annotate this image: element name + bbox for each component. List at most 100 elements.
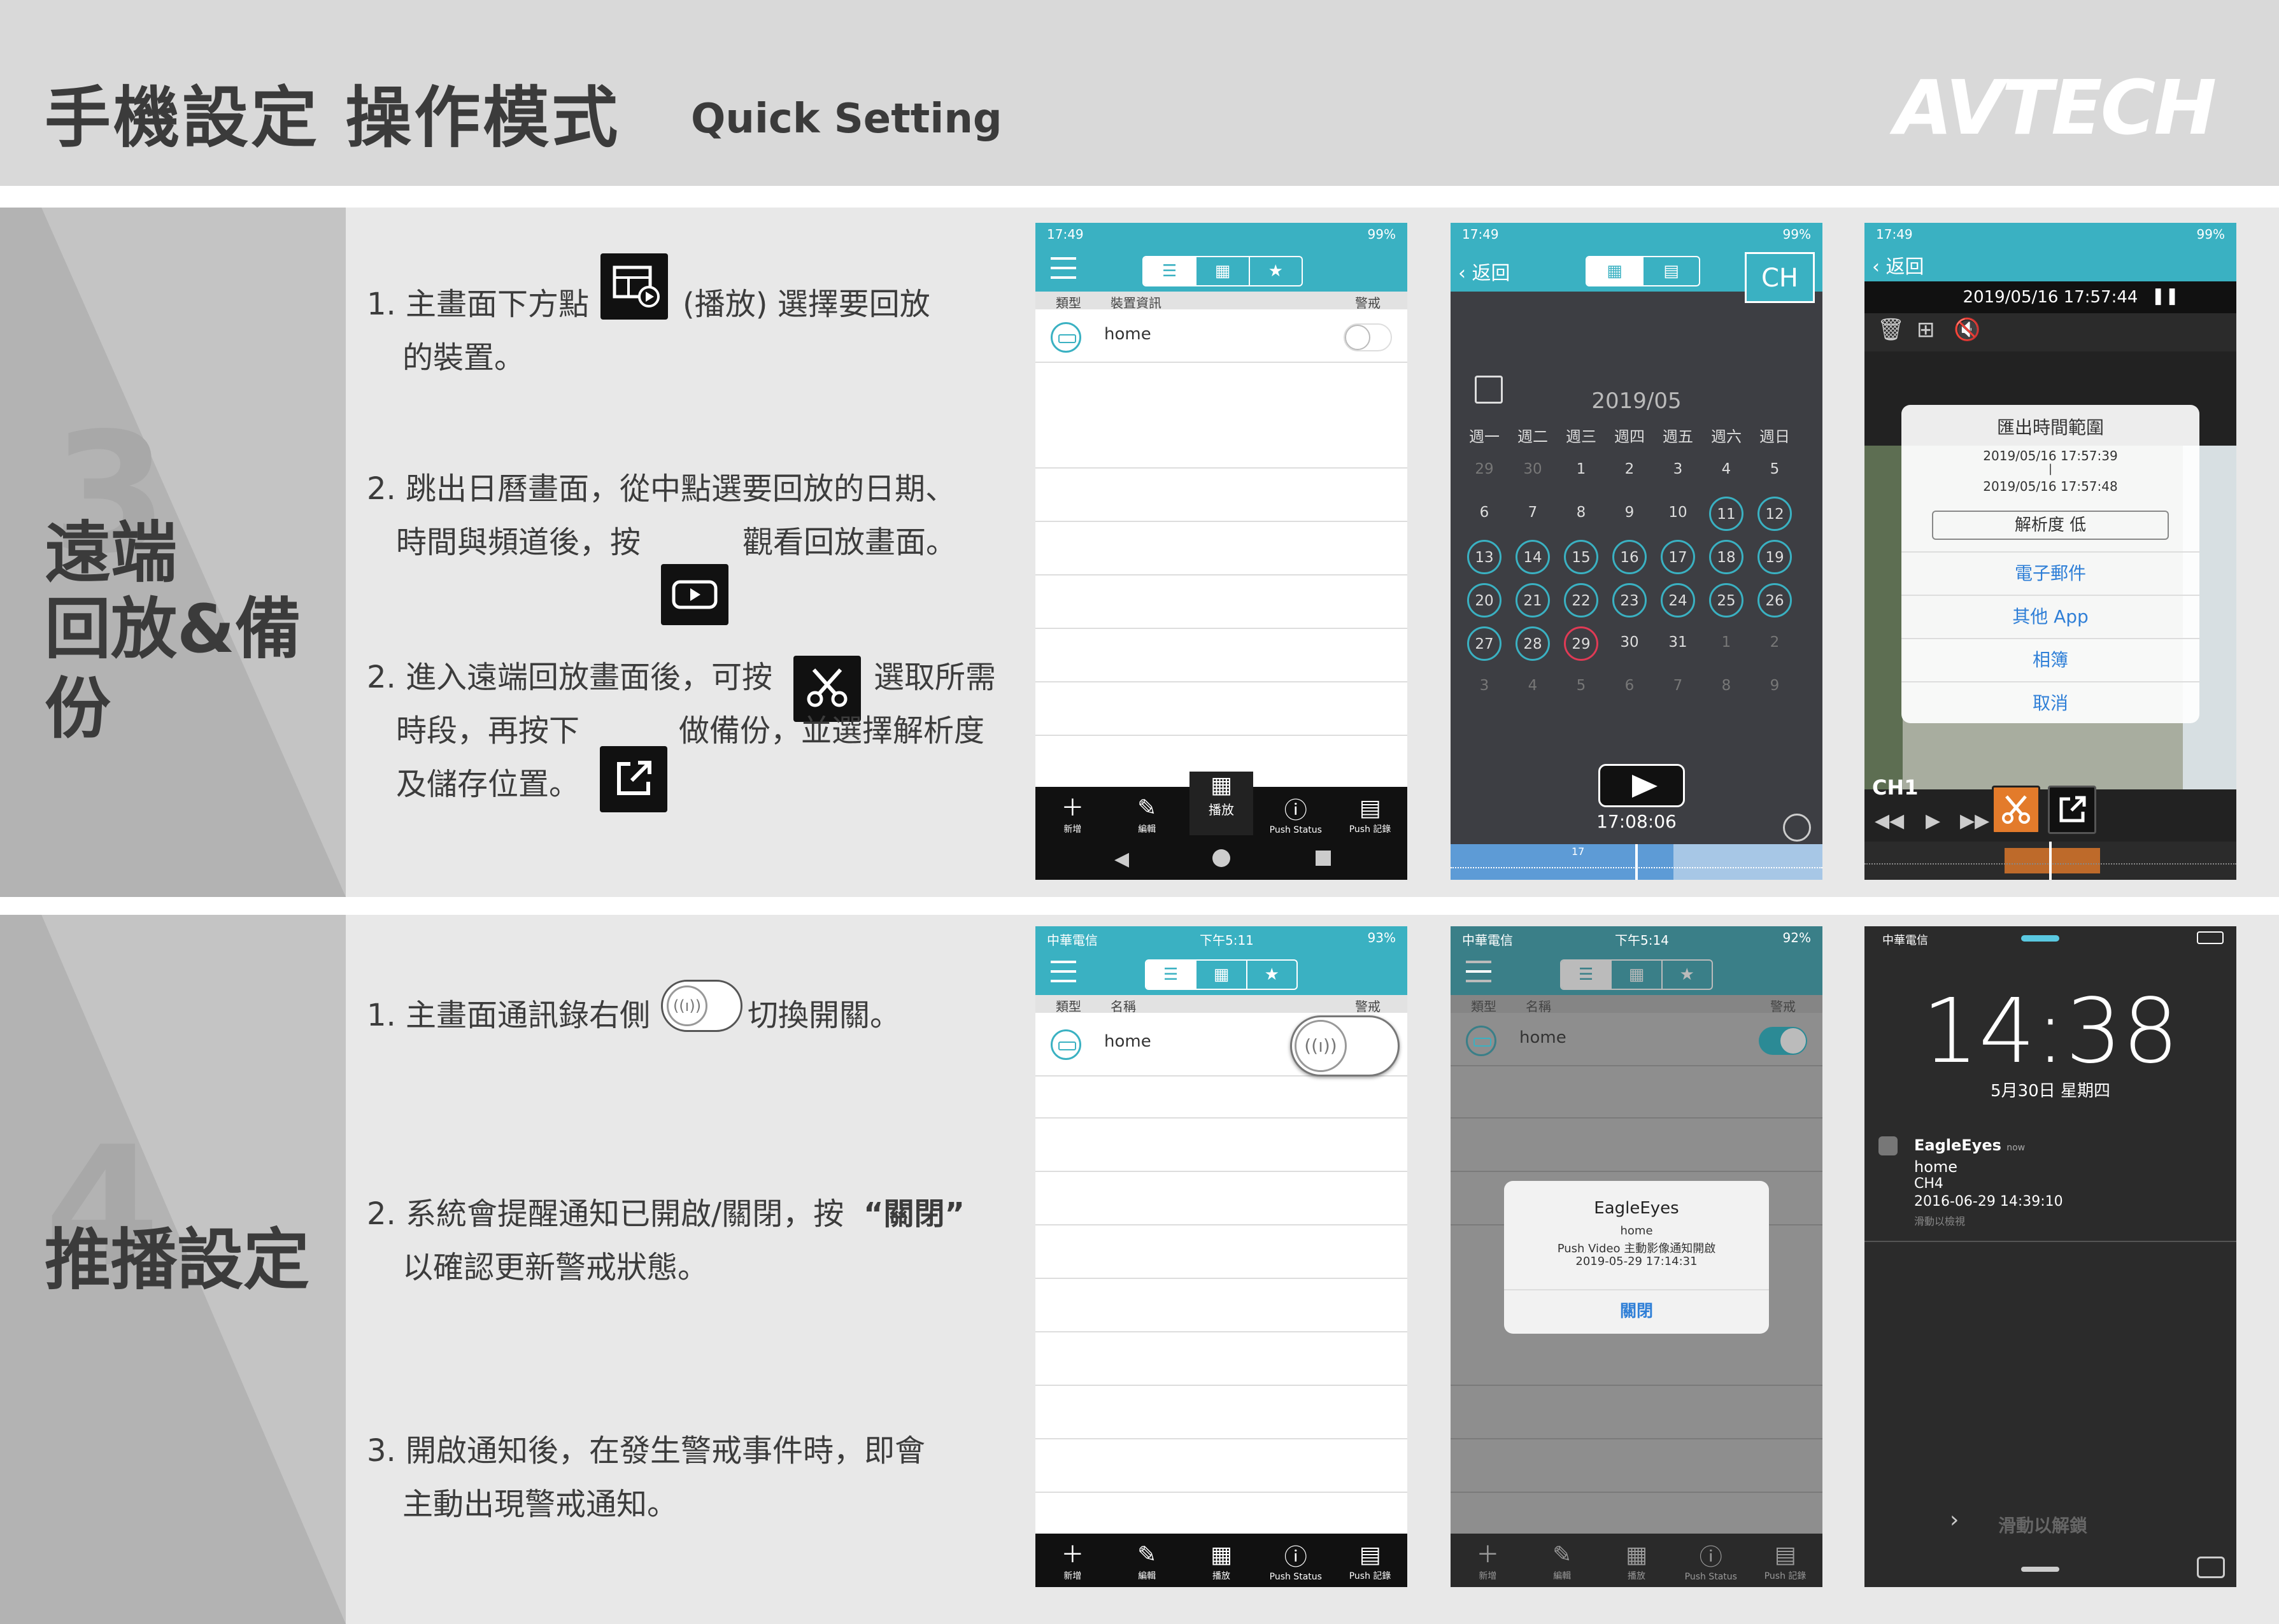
calendar-day[interactable]: 12 [1757,497,1792,531]
calendar-day[interactable]: 29 [1564,626,1598,661]
calendar-day[interactable]: 20 [1467,583,1502,618]
calendar-day[interactable]: 2 [1612,453,1647,488]
option-other-app[interactable]: 其他 App [1901,595,2199,638]
calendar-day[interactable]: 17 [1661,540,1695,574]
view-switch[interactable]: ☰ ▦ ★ [1145,959,1298,990]
view-switch[interactable]: ▦ ▤ [1586,256,1700,286]
rewind-icon[interactable]: ◀◀ [1875,810,1904,832]
alert-close-button[interactable]: 關閉 [1504,1289,1769,1332]
calendar-day[interactable]: 3 [1467,670,1502,704]
calendar-day[interactable]: 15 [1564,540,1598,574]
calendar-day[interactable]: 3 [1661,453,1695,488]
view-switch[interactable]: ☰ ▦ ★ [1560,959,1713,990]
grid-view-icon[interactable]: ▦ [1196,257,1250,285]
tab-playback[interactable]: ▦ 播放 [1189,1541,1253,1582]
grid-view-icon[interactable]: ▦ [1612,961,1663,989]
calendar-day[interactable]: 30 [1612,626,1647,661]
tab-add[interactable]: ＋新增 [1456,1541,1519,1582]
calendar-day[interactable]: 27 [1467,626,1502,661]
calendar-day[interactable]: 1 [1709,626,1743,661]
clip-range[interactable] [2005,848,2100,873]
mute-icon[interactable]: 🔇 [1954,317,1980,342]
channel-button[interactable]: CH [1745,252,1815,303]
calendar-day[interactable]: 1 [1564,453,1598,488]
tab-add[interactable]: ＋新增 [1040,1541,1104,1582]
option-email[interactable]: 電子郵件 [1901,551,2199,595]
pause-icon[interactable]: ❚❚ [2151,286,2179,306]
calendar-day[interactable]: 16 [1612,540,1647,574]
trash-icon[interactable]: 🗑 [1877,317,1905,342]
calendar-day[interactable]: 4 [1709,453,1743,488]
list-view-icon[interactable]: ▤ [1644,257,1699,285]
favorite-view-icon[interactable]: ★ [1250,257,1302,285]
tab-edit[interactable]: ✎ 編輯 [1115,794,1179,835]
timer-icon[interactable] [1783,814,1811,842]
calendar-day[interactable]: 21 [1516,583,1550,618]
play-icon[interactable]: ▶ [1926,810,1940,832]
timeline-cursor[interactable] [1635,844,1638,880]
device-row[interactable]: home ((ı)) [1035,1013,1407,1077]
favorite-view-icon[interactable]: ★ [1663,961,1712,989]
back-nav-icon[interactable]: ◀ [1114,848,1129,870]
calendar-day[interactable]: 10 [1661,497,1695,531]
calendar-day[interactable]: 25 [1709,583,1743,618]
calendar-day[interactable]: 11 [1709,497,1743,531]
calendar-day[interactable]: 19 [1757,540,1792,574]
play-button[interactable] [1598,764,1685,807]
timeline[interactable]: 17 [1451,844,1822,880]
tab-add[interactable]: ＋新增 [1040,794,1104,835]
calendar-day[interactable]: 7 [1661,670,1695,704]
calendar-day[interactable]: 18 [1709,540,1743,574]
tab-push-status[interactable]: ⓘ Push Status [1264,797,1328,835]
view-switch[interactable]: ☰ ▦ ★ [1142,256,1303,286]
list-view-icon[interactable]: ☰ [1144,257,1197,285]
grid-view-icon[interactable]: ▦ [1196,961,1247,989]
camera-icon[interactable] [2197,1557,2225,1578]
device-row[interactable]: home [1035,309,1407,363]
tab-push-status[interactable]: ⓘ Push Status [1679,1544,1743,1582]
calendar-day[interactable]: 13 [1467,540,1502,574]
option-cancel[interactable]: 取消 [1901,681,2199,723]
fast-forward-icon[interactable]: ▶▶ [1960,810,1989,832]
calendar-day[interactable]: 24 [1661,583,1695,618]
option-album[interactable]: 相簿 [1901,638,2199,681]
calendar-day[interactable]: 6 [1612,670,1647,704]
tab-edit[interactable]: ✎ 編輯 [1530,1541,1594,1582]
tab-push-log[interactable]: ▤ Push 記錄 [1338,794,1402,835]
tab-edit[interactable]: ✎ 編輯 [1115,1541,1179,1582]
recents-nav-icon[interactable] [1316,851,1331,866]
timeline[interactable] [1864,842,2236,880]
menu-icon[interactable] [1466,961,1491,982]
push-toggle[interactable]: ((ı)) [1290,1015,1400,1077]
calendar-day[interactable]: 5 [1564,670,1598,704]
home-nav-icon[interactable] [1212,849,1230,867]
menu-icon[interactable] [1051,257,1076,279]
favorite-view-icon[interactable]: ★ [1247,961,1296,989]
split-icon[interactable]: ⊞ [1917,317,1935,342]
back-button[interactable]: ‹ 返回 [1458,257,1510,285]
calendar-day[interactable]: 5 [1757,453,1792,488]
calendar-day[interactable]: 31 [1661,626,1695,661]
calendar-day[interactable]: 23 [1612,583,1647,618]
calendar-day[interactable]: 22 [1564,583,1598,618]
calendar-day[interactable]: 14 [1516,540,1550,574]
calendar-day[interactable]: 7 [1516,497,1550,531]
timeline-cursor[interactable] [2049,842,2052,880]
grid-view-icon[interactable]: ▦ [1587,257,1644,285]
tab-push-log[interactable]: ▤ Push 記錄 [1338,1541,1402,1582]
alarm-toggle-on[interactable] [1759,1027,1807,1055]
tab-playback[interactable]: ▦ 播放 [1189,772,1253,835]
calendar-day[interactable]: 29 [1467,453,1502,488]
export-button[interactable] [2048,786,2096,834]
calendar-day[interactable]: 4 [1516,670,1550,704]
list-view-icon[interactable]: ☰ [1561,961,1612,989]
calendar-day[interactable]: 28 [1516,626,1550,661]
calendar-day[interactable]: 8 [1564,497,1598,531]
calendar-day[interactable]: 2 [1757,626,1792,661]
calendar-day[interactable]: 26 [1757,583,1792,618]
slide-to-unlock[interactable]: 滑動以解鎖 [1998,1512,2087,1537]
list-view-icon[interactable]: ☰ [1146,961,1197,989]
menu-icon[interactable] [1051,961,1076,982]
clip-button[interactable] [1992,786,2040,834]
calendar-day[interactable]: 9 [1757,670,1792,704]
